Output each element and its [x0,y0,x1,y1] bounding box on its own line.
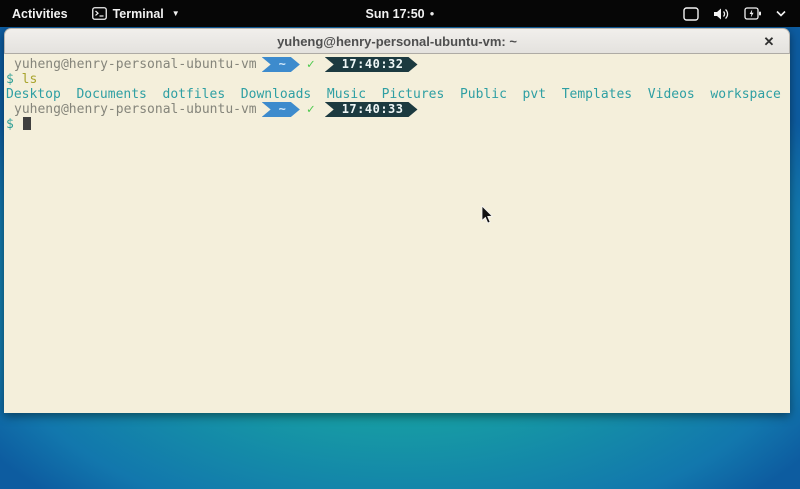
prompt-char: $ [6,72,14,87]
activities-button[interactable]: Activities [0,0,80,27]
title-bar[interactable]: yuheng@henry-personal-ubuntu-vm: ~ ✕ [4,28,790,54]
prompt-time: 17:40:32 [342,57,404,72]
directory-list: Desktop Documents dotfiles Downloads Mus… [6,87,781,102]
space [14,72,22,87]
close-button[interactable]: ✕ [759,32,779,52]
prompt-char: $ [6,117,14,132]
terminal-window: yuheng@henry-personal-ubuntu-vm: ~ ✕ yuh… [4,28,790,413]
top-bar: Activities Terminal ▼ Sun 17:50 ● [0,0,800,27]
volume-icon [713,7,730,21]
prompt-path: ~ [279,102,286,117]
prompt-user: yuheng@henry-personal-ubuntu-vm [14,102,257,117]
ls-output-line: Desktop Documents dotfiles Downloads Mus… [6,87,788,102]
prompt-status-check-icon: ✓ [307,57,315,72]
command-text: ls [22,72,38,87]
chevron-down-icon [776,10,786,17]
app-menu-button[interactable]: Terminal ▼ [80,0,192,27]
clock-label: Sun 17:50 [366,7,425,21]
space [14,117,22,132]
window-title: yuheng@henry-personal-ubuntu-vm: ~ [277,34,517,49]
prompt-time-segment: 17:40:32 [325,57,418,72]
prompt-time: 17:40:33 [342,102,404,117]
battery-charging-icon [744,7,762,20]
app-menu-label: Terminal [113,7,164,21]
activities-label: Activities [12,7,68,21]
input-line[interactable]: $ [6,117,788,132]
command-line: $ ls [6,72,788,87]
clock-button[interactable]: Sun 17:50 ● [356,0,445,27]
prompt-status-check-icon: ✓ [307,102,315,117]
notification-dot: ● [430,10,435,18]
terminal-icon [92,7,107,20]
prompt-path-segment: ~ [262,102,300,117]
display-icon [683,7,699,21]
prompt-line-1: yuheng@henry-personal-ubuntu-vm ~ ✓ 17:4… [6,57,788,72]
prompt-line-2: yuheng@henry-personal-ubuntu-vm ~ ✓ 17:4… [6,102,788,117]
prompt-user: yuheng@henry-personal-ubuntu-vm [14,57,257,72]
prompt-time-segment: 17:40:33 [325,102,418,117]
text-cursor [23,117,31,130]
top-bar-left: Activities Terminal ▼ [0,0,192,27]
terminal-content[interactable]: yuheng@henry-personal-ubuntu-vm ~ ✓ 17:4… [4,54,790,413]
system-menu-button[interactable] [669,0,800,27]
prompt-path-segment: ~ [262,57,300,72]
app-menu-chevron-icon: ▼ [172,9,180,18]
prompt-path: ~ [279,57,286,72]
